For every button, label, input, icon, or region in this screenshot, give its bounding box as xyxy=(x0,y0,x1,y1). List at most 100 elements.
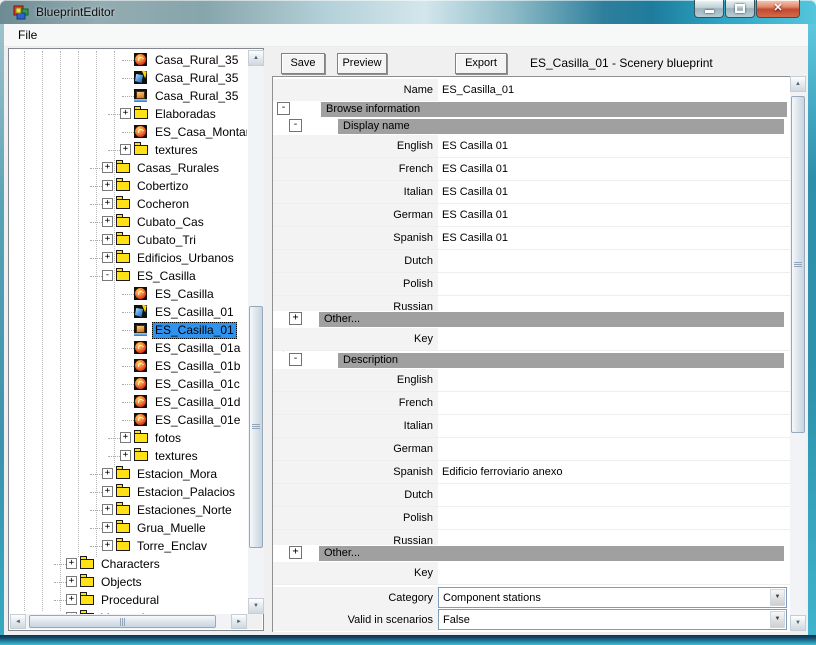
tree-item[interactable]: Casa_Rural_35 xyxy=(10,51,247,69)
tree-item[interactable]: +fotos xyxy=(10,429,247,447)
name-field[interactable]: ES_Casilla_01 xyxy=(438,79,791,101)
tree-item[interactable]: +Torre_Enclav xyxy=(10,537,247,555)
tree-item[interactable]: ES_Casilla_01 xyxy=(10,303,247,321)
field-value[interactable] xyxy=(438,484,791,506)
expand-button[interactable]: + xyxy=(102,468,113,479)
field-value[interactable]: Edificio ferroviario anexo xyxy=(438,461,791,483)
form-vertical-scrollbar-thumb[interactable] xyxy=(791,96,805,433)
expand-button[interactable]: + xyxy=(102,522,113,533)
save-button[interactable]: Save xyxy=(281,53,325,74)
tree-view[interactable]: Casa_Rural_35Casa_Rural_35Casa_Rural_35+… xyxy=(10,49,247,614)
close-button[interactable] xyxy=(756,0,800,18)
tree-item[interactable]: +Cubato_Cas xyxy=(10,213,247,231)
expand-button[interactable]: + xyxy=(102,162,113,173)
tree-item[interactable]: + textures xyxy=(10,141,247,159)
tree-item[interactable]: +Estacion_Palacios xyxy=(10,483,247,501)
tree-vertical-scrollbar[interactable] xyxy=(248,50,264,614)
field-value[interactable] xyxy=(438,438,791,460)
tree-item[interactable]: +Edificios_Urbanos xyxy=(10,249,247,267)
tree-item[interactable]: +Estacion_Mora xyxy=(10,465,247,483)
expand-button[interactable]: + xyxy=(120,450,131,461)
form-vertical-scrollbar[interactable] xyxy=(790,76,806,631)
chevron-down-icon[interactable] xyxy=(770,611,785,628)
collapse-button[interactable]: - xyxy=(102,270,113,281)
expand-button[interactable]: + xyxy=(66,558,77,569)
expand-button[interactable]: + xyxy=(102,198,113,209)
tree-item[interactable]: ES_Casilla_01a xyxy=(10,339,247,357)
field-value[interactable] xyxy=(438,392,791,414)
field-value[interactable]: ES Casilla 01 xyxy=(438,135,791,157)
expand-button[interactable]: + xyxy=(102,216,113,227)
tree-item[interactable]: ES_Casilla_01 xyxy=(10,321,247,339)
expand-button[interactable]: + xyxy=(102,180,113,191)
field-value[interactable]: ES Casilla 01 xyxy=(438,227,791,249)
tree-item[interactable]: +textures xyxy=(10,447,247,465)
chevron-down-icon[interactable] xyxy=(770,589,785,606)
titlebar[interactable]: BlueprintEditor xyxy=(0,0,816,25)
scroll-left-icon[interactable] xyxy=(10,614,26,629)
expand-button[interactable]: + xyxy=(102,486,113,497)
field-value[interactable]: ES Casilla 01 xyxy=(438,204,791,226)
tree-item[interactable]: ES_Casa_Montaña_ xyxy=(10,123,247,141)
key-field[interactable] xyxy=(438,562,791,584)
tree-item[interactable]: Casa_Rural_35 xyxy=(10,87,247,105)
tree-horizontal-scrollbar-thumb[interactable] xyxy=(29,615,216,628)
tree-item[interactable]: ES_Casilla_01d xyxy=(10,393,247,411)
expand-button[interactable]: + xyxy=(102,252,113,263)
expand-button[interactable]: + xyxy=(66,594,77,605)
field-value[interactable] xyxy=(438,415,791,437)
tree-item[interactable]: +Cobertizo xyxy=(10,177,247,195)
expand-button[interactable]: + xyxy=(102,504,113,515)
export-button[interactable]: Export xyxy=(455,53,507,74)
expand-button[interactable]: + xyxy=(289,546,302,559)
expand-button[interactable]: + xyxy=(66,576,77,587)
field-value[interactable] xyxy=(438,369,791,391)
preview-button[interactable]: Preview xyxy=(337,53,387,74)
collapse-button[interactable]: - xyxy=(289,119,302,132)
scroll-up-icon[interactable] xyxy=(790,76,806,92)
field-value[interactable]: ES Casilla 01 xyxy=(438,181,791,203)
field-value[interactable]: ES Casilla 01 xyxy=(438,158,791,180)
scroll-up-icon[interactable] xyxy=(248,50,264,66)
menu-file[interactable]: File xyxy=(12,27,43,43)
tree-item[interactable]: +Cocheron xyxy=(10,195,247,213)
tree-vertical-scrollbar-thumb[interactable] xyxy=(249,306,263,548)
expand-button[interactable]: + xyxy=(102,234,113,245)
expand-button[interactable]: + xyxy=(120,432,131,443)
tree-item[interactable]: +Casas_Rurales xyxy=(10,159,247,177)
scroll-down-icon[interactable] xyxy=(790,615,806,631)
scroll-down-icon[interactable] xyxy=(248,598,264,614)
scroll-right-icon[interactable] xyxy=(231,614,247,629)
tree-item[interactable]: +Elaboradas xyxy=(10,105,247,123)
category-dropdown[interactable]: Component stations xyxy=(438,587,787,608)
expand-button[interactable]: + xyxy=(289,312,302,325)
tree-item[interactable]: -ES_Casilla xyxy=(10,267,247,285)
tree-item[interactable]: +Grua_Muelle xyxy=(10,519,247,537)
field-value[interactable] xyxy=(438,507,791,529)
field-value[interactable] xyxy=(438,250,791,272)
field-value[interactable] xyxy=(438,273,791,295)
tree-item[interactable]: ES_Casilla xyxy=(10,285,247,303)
expand-button[interactable]: + xyxy=(120,144,131,155)
expand-button[interactable]: + xyxy=(120,108,131,119)
tree-item[interactable]: ES_Casilla_01e xyxy=(10,411,247,429)
collapse-button[interactable]: - xyxy=(289,353,302,366)
valid-in-scenarios-dropdown[interactable]: False xyxy=(438,609,787,630)
minimize-button[interactable] xyxy=(694,0,724,18)
expand-button[interactable]: + xyxy=(102,540,113,551)
tree-item[interactable]: +Cubato_Tri xyxy=(10,231,247,249)
language-row: Dutch xyxy=(273,484,791,507)
tree-item[interactable]: ES_Casilla_01b xyxy=(10,357,247,375)
tree-item[interactable]: +Characters xyxy=(10,555,247,573)
tree-item[interactable]: +Procedural xyxy=(10,591,247,609)
maximize-button[interactable] xyxy=(725,0,755,18)
tree-item[interactable]: +Objects xyxy=(10,573,247,591)
window-frame-bottom xyxy=(0,635,816,645)
tree-item[interactable]: Casa_Rural_35 xyxy=(10,69,247,87)
collapse-button[interactable]: - xyxy=(277,102,290,115)
tree-horizontal-scrollbar[interactable] xyxy=(10,614,247,629)
tree-item[interactable]: ES_Casilla_01c xyxy=(10,375,247,393)
tree-item-label: textures xyxy=(152,142,201,159)
key-field[interactable] xyxy=(438,328,791,350)
tree-item[interactable]: +Estaciones_Norte xyxy=(10,501,247,519)
